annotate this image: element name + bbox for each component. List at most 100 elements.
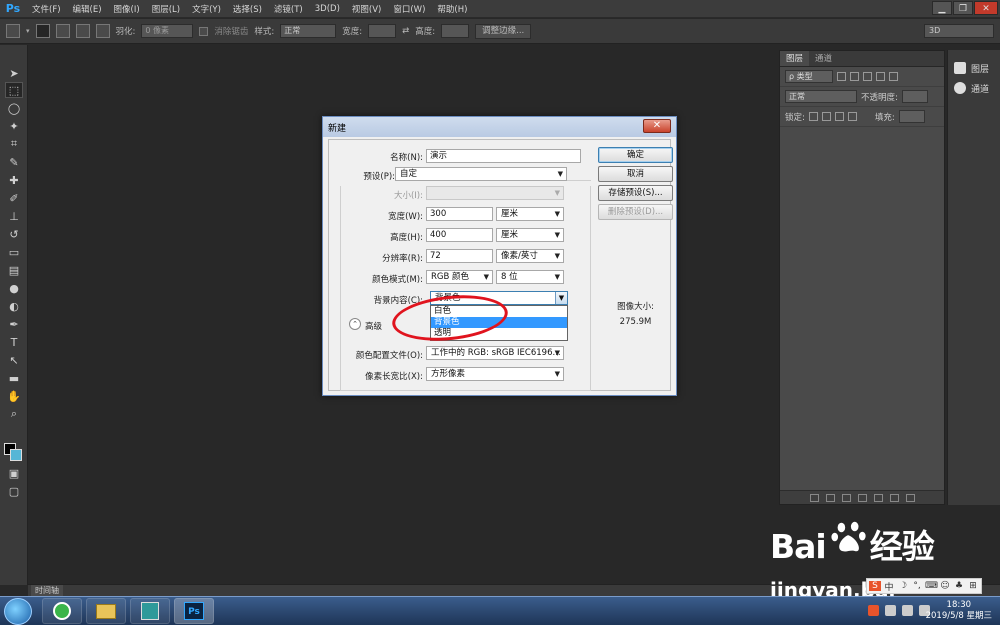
type-tool-icon[interactable]: T <box>5 334 23 350</box>
crop-tool-icon[interactable]: ⌗ <box>5 136 23 152</box>
menu-edit[interactable]: 编辑(E) <box>67 3 108 15</box>
taskbar-app[interactable] <box>130 598 170 624</box>
bg-option-transparent[interactable]: 透明 <box>431 328 567 339</box>
layer-kind-select[interactable]: ρ 类型 <box>785 70 833 83</box>
menu-window[interactable]: 窗口(W) <box>387 3 431 15</box>
bg-content-select[interactable]: 背景色 ▼ <box>430 291 568 305</box>
width-input[interactable]: 300 <box>426 207 493 221</box>
lock-pixels-icon[interactable] <box>808 112 818 121</box>
delete-preset-button[interactable]: 删除预设(D)... <box>598 204 673 220</box>
marquee-tool-icon[interactable]: ⬚ <box>5 82 23 98</box>
sogou-tray-icon[interactable] <box>868 605 879 616</box>
eyedropper-icon[interactable]: ✎ <box>5 154 23 170</box>
hand-tool-icon[interactable]: ✋ <box>5 388 23 404</box>
save-preset-button[interactable]: 存储预设(S)... <box>598 185 673 201</box>
intersect-selection-icon[interactable] <box>95 24 110 38</box>
marquee-preset-icon[interactable] <box>6 24 20 38</box>
height-input[interactable] <box>441 24 470 38</box>
cancel-button[interactable]: 取消 <box>598 166 673 182</box>
advanced-toggle-icon[interactable]: ⌃ <box>349 318 361 330</box>
height-unit-select[interactable]: 厘米 ▼ <box>496 228 564 242</box>
ime-chinese-icon[interactable]: 中 <box>883 580 895 593</box>
dialog-close-button[interactable]: ✕ <box>643 119 671 133</box>
taskbar-explorer[interactable] <box>86 598 126 624</box>
preset-select[interactable]: 自定 ▼ <box>395 167 567 181</box>
fx-icon[interactable] <box>825 493 835 502</box>
subtract-selection-icon[interactable] <box>75 24 90 38</box>
menu-file[interactable]: 文件(F) <box>26 3 67 15</box>
minimize-button[interactable]: ▁ <box>932 1 952 15</box>
menu-3d[interactable]: 3D(D) <box>309 4 346 14</box>
menu-view[interactable]: 视图(V) <box>346 3 387 15</box>
magic-wand-icon[interactable]: ✦ <box>5 118 23 134</box>
workspace-select[interactable]: 3D <box>924 24 994 38</box>
opacity-input[interactable] <box>901 90 928 103</box>
lock-paint-icon[interactable] <box>821 112 831 121</box>
ime-keyboard-icon[interactable]: ⌨ <box>925 581 938 591</box>
height-input[interactable]: 400 <box>426 228 493 242</box>
dodge-tool-icon[interactable]: ◐ <box>5 298 23 314</box>
color-mode-select[interactable]: RGB 颜色 ▼ <box>426 270 493 284</box>
refine-edge-button[interactable]: 调整边缘... <box>475 23 532 39</box>
network-icon[interactable] <box>902 605 913 616</box>
antialias-checkbox[interactable] <box>199 26 209 36</box>
taskbar-photoshop[interactable]: Ps <box>174 598 214 624</box>
stamp-tool-icon[interactable]: ⊥ <box>5 208 23 224</box>
filter-smart-icon[interactable] <box>889 72 898 81</box>
resolution-input[interactable]: 72 <box>426 249 493 263</box>
menu-image[interactable]: 图像(I) <box>108 3 146 15</box>
menu-help[interactable]: 帮助(H) <box>431 3 473 15</box>
blend-mode-select[interactable]: 正常 <box>785 90 857 103</box>
filter-type-icon[interactable] <box>863 72 872 81</box>
lock-all-icon[interactable] <box>847 112 857 121</box>
adjustment-icon[interactable] <box>857 493 867 502</box>
brush-tool-icon[interactable]: ✐ <box>5 190 23 206</box>
filter-adjust-icon[interactable] <box>850 72 859 81</box>
profile-select[interactable]: 工作中的 RGB: sRGB IEC6196... ▼ <box>426 346 564 360</box>
zoom-tool-icon[interactable]: ⌕ <box>5 406 23 422</box>
menu-type[interactable]: 文字(Y) <box>186 3 227 15</box>
ime-shirt-icon[interactable]: ♣ <box>953 581 965 591</box>
start-button[interactable] <box>4 598 32 625</box>
add-selection-icon[interactable] <box>55 24 70 38</box>
width-input[interactable] <box>368 24 397 38</box>
bg-option-white[interactable]: 白色 <box>431 306 567 317</box>
side-layers-button[interactable]: 图层 <box>948 58 1000 78</box>
restore-button[interactable]: ❐ <box>953 1 973 15</box>
trash-icon[interactable] <box>905 493 915 502</box>
menu-select[interactable]: 选择(S) <box>227 3 268 15</box>
move-tool-icon[interactable]: ➤ <box>5 65 23 81</box>
chevron-down-icon[interactable]: ▾ <box>26 27 30 35</box>
ime-punct-icon[interactable]: °, <box>911 581 923 591</box>
aspect-select[interactable]: 方形像素 ▼ <box>426 367 564 381</box>
add-mask-icon[interactable] <box>841 493 851 502</box>
bg-option-background[interactable]: 背景色 <box>431 317 567 328</box>
new-selection-icon[interactable] <box>35 24 50 38</box>
ime-moon-icon[interactable]: ☽ <box>897 581 909 591</box>
close-button[interactable]: ✕ <box>974 1 998 15</box>
blur-tool-icon[interactable]: ● <box>5 280 23 296</box>
filter-pixel-icon[interactable] <box>837 72 846 81</box>
ime-grid-icon[interactable]: ⊞ <box>967 581 979 591</box>
bit-depth-select[interactable]: 8 位 ▼ <box>496 270 564 284</box>
background-color-swatch[interactable] <box>10 449 22 461</box>
history-brush-icon[interactable]: ↺ <box>5 226 23 242</box>
tab-layers[interactable]: 图层 <box>780 51 810 66</box>
swap-icon[interactable]: ⇄ <box>402 26 409 36</box>
lasso-tool-icon[interactable]: ◯ <box>5 100 23 116</box>
menu-layer[interactable]: 图层(L) <box>146 3 186 15</box>
healing-brush-icon[interactable]: ✚ <box>5 172 23 188</box>
taskbar-ie[interactable] <box>42 598 82 624</box>
tab-channels[interactable]: 通道 <box>809 51 838 66</box>
name-input[interactable]: 演示 <box>426 149 581 163</box>
clock[interactable]: 18:30 2019/5/8 星期三 <box>926 600 992 622</box>
feather-input[interactable]: 0 像素 <box>141 24 194 38</box>
lock-position-icon[interactable] <box>834 112 844 121</box>
resolution-unit-select[interactable]: 像素/英寸 ▼ <box>496 249 564 263</box>
width-unit-select[interactable]: 厘米 ▼ <box>496 207 564 221</box>
shape-tool-icon[interactable]: ▬ <box>5 370 23 386</box>
menu-filter[interactable]: 滤镜(T) <box>268 3 309 15</box>
new-layer-icon[interactable] <box>889 493 899 502</box>
group-icon[interactable] <box>873 493 883 502</box>
ok-button[interactable]: 确定 <box>598 147 673 163</box>
